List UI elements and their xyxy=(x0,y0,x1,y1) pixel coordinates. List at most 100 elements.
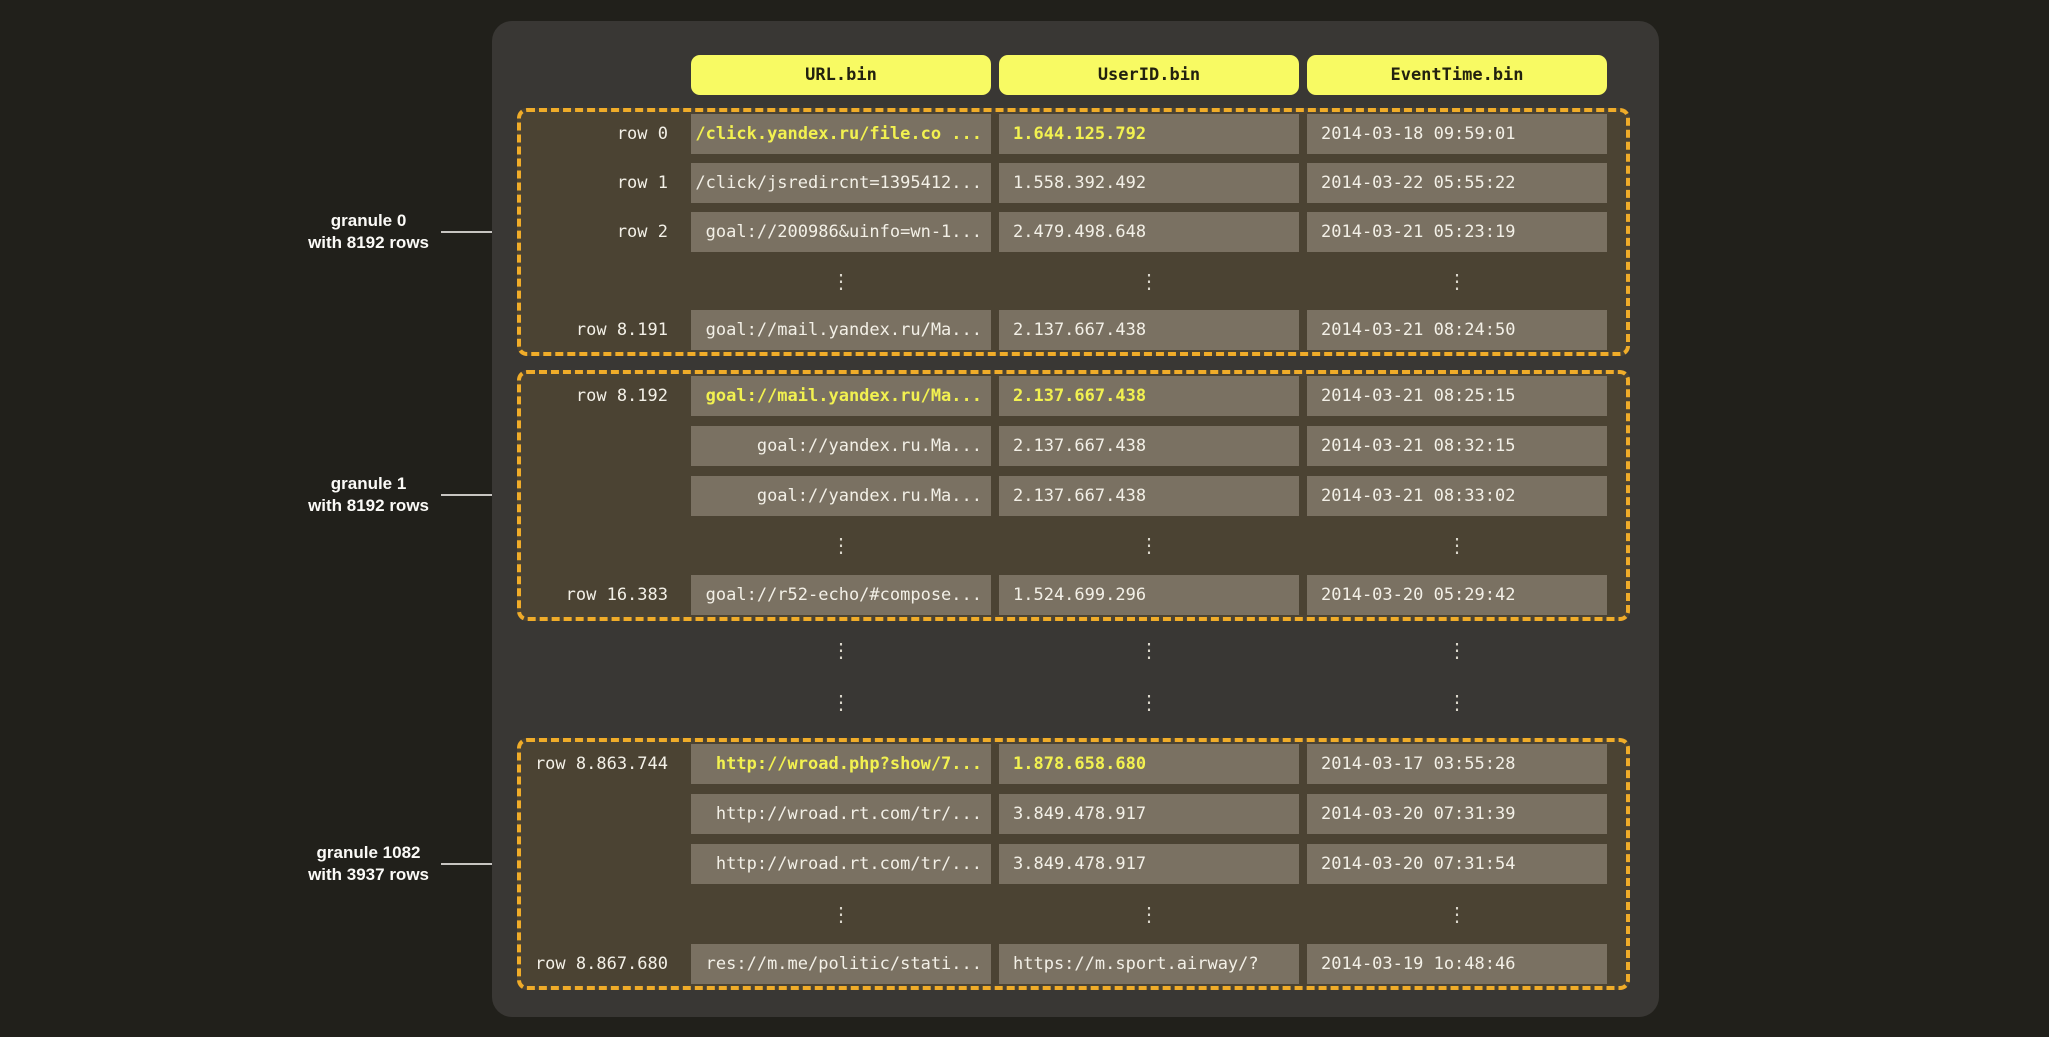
url-cell: goal://r52-echo/#compose... xyxy=(691,575,991,615)
ellipsis-row: ⋮ ⋮ ⋮ xyxy=(521,525,1626,565)
ellipsis-row: ⋮ ⋮ ⋮ xyxy=(521,894,1626,934)
annotation-line-1: granule 0 xyxy=(308,210,429,232)
userid-cell: 2.137.667.438 xyxy=(999,310,1299,350)
row-label: row 16.383 xyxy=(521,575,683,615)
userid-cell: 1.558.392.492 xyxy=(999,163,1299,203)
row-label xyxy=(521,844,683,884)
vertical-ellipsis-icon: ⋮ xyxy=(1307,525,1607,565)
column-header-url-bin: URL.bin xyxy=(691,55,991,95)
userid-cell: 2.137.667.438 xyxy=(999,476,1299,516)
annotation-line-1: granule 1082 xyxy=(308,842,429,864)
table-row: goal://yandex.ru.Ma... 2.137.667.438 201… xyxy=(521,426,1626,466)
table-row: row 2 goal://200986&uinfo=wn-1... 2.479.… xyxy=(521,212,1626,252)
userid-cell: 2.137.667.438 xyxy=(999,376,1299,416)
row-label xyxy=(521,525,683,565)
eventtime-cell: 2014-03-21 05:23:19 xyxy=(1307,212,1607,252)
table-panel: URL.bin UserID.bin EventTime.bin row 0 /… xyxy=(492,21,1659,1017)
userid-cell: 3.849.478.917 xyxy=(999,844,1299,884)
vertical-ellipsis-icon: ⋮ xyxy=(1307,630,1607,670)
url-cell: goal://mail.yandex.ru/Ma... xyxy=(691,310,991,350)
eventtime-cell: 2014-03-21 08:24:50 xyxy=(1307,310,1607,350)
eventtime-cell: 2014-03-18 09:59:01 xyxy=(1307,114,1607,154)
annotation-line-1: granule 1 xyxy=(308,473,429,495)
table-row: row 8.867.680 res://m.me/politic/stati..… xyxy=(521,944,1626,984)
row-label xyxy=(521,476,683,516)
userid-cell: 1.878.658.680 xyxy=(999,744,1299,784)
row-label xyxy=(521,794,683,834)
row-label: row 0 xyxy=(521,114,683,154)
table-row: row 16.383 goal://r52-echo/#compose... 1… xyxy=(521,575,1626,615)
granule-1-annotation: granule 1 with 8192 rows xyxy=(308,473,508,517)
vertical-ellipsis-icon: ⋮ xyxy=(999,261,1299,301)
vertical-ellipsis-icon: ⋮ xyxy=(691,525,991,565)
annotation-line-2: with 3937 rows xyxy=(308,864,429,886)
url-cell: res://m.me/politic/stati... xyxy=(691,944,991,984)
vertical-ellipsis-icon: ⋮ xyxy=(999,525,1299,565)
table-row: row 8.863.744 http://wroad.php?show/7...… xyxy=(521,744,1626,784)
url-cell: goal://yandex.ru.Ma... xyxy=(691,426,991,466)
userid-cell: 1.644.125.792 xyxy=(999,114,1299,154)
ellipsis-row: ⋮ ⋮ ⋮ xyxy=(521,261,1626,301)
granule-box-0: row 0 /click.yandex.ru/file.co ... 1.644… xyxy=(517,108,1630,356)
eventtime-cell: 2014-03-21 08:32:15 xyxy=(1307,426,1607,466)
row-label: row 2 xyxy=(521,212,683,252)
row-label xyxy=(521,261,683,301)
eventtime-cell: 2014-03-21 08:33:02 xyxy=(1307,476,1607,516)
row-label: row 8.863.744 xyxy=(521,744,683,784)
vertical-ellipsis-icon: ⋮ xyxy=(1307,682,1607,722)
vertical-ellipsis-icon: ⋮ xyxy=(691,261,991,301)
table-row: goal://yandex.ru.Ma... 2.137.667.438 201… xyxy=(521,476,1626,516)
row-label: row 8.191 xyxy=(521,310,683,350)
url-cell: http://wroad.rt.com/tr/... xyxy=(691,844,991,884)
arrow-shaft xyxy=(441,494,499,496)
eventtime-cell: 2014-03-21 08:25:15 xyxy=(1307,376,1607,416)
eventtime-cell: 2014-03-22 05:55:22 xyxy=(1307,163,1607,203)
vertical-ellipsis-icon: ⋮ xyxy=(999,894,1299,934)
granule-1082-annotation: granule 1082 with 3937 rows xyxy=(308,842,508,886)
table-row: row 8.191 goal://mail.yandex.ru/Ma... 2.… xyxy=(521,310,1626,350)
eventtime-cell: 2014-03-17 03:55:28 xyxy=(1307,744,1607,784)
mid-ellipsis-row: ⋮ ⋮ ⋮ xyxy=(521,630,1607,670)
arrow-shaft xyxy=(441,231,499,233)
granule-0-annotation: granule 0 with 8192 rows xyxy=(308,210,508,254)
eventtime-cell: 2014-03-20 07:31:39 xyxy=(1307,794,1607,834)
url-cell: goal://200986&uinfo=wn-1... xyxy=(691,212,991,252)
vertical-ellipsis-icon: ⋮ xyxy=(999,630,1299,670)
page: { "glyphs": { "v_ellipsis": "⋮" }, "colo… xyxy=(0,0,2049,1037)
userid-cell: 2.137.667.438 xyxy=(999,426,1299,466)
url-cell: goal://mail.yandex.ru/Ma... xyxy=(691,376,991,416)
column-header-userid-bin: UserID.bin xyxy=(999,55,1299,95)
row-label: row 8.867.680 xyxy=(521,944,683,984)
mid-ellipsis-row: ⋮ ⋮ ⋮ xyxy=(521,682,1607,722)
userid-cell: 3.849.478.917 xyxy=(999,794,1299,834)
table-row: row 0 /click.yandex.ru/file.co ... 1.644… xyxy=(521,114,1626,154)
url-cell: http://wroad.rt.com/tr/... xyxy=(691,794,991,834)
url-cell: /click/jsredircnt=1395412... xyxy=(691,163,991,203)
eventtime-cell: 2014-03-19 1o:48:46 xyxy=(1307,944,1607,984)
vertical-ellipsis-icon: ⋮ xyxy=(1307,894,1607,934)
granule-1-annotation-text: granule 1 with 8192 rows xyxy=(308,473,429,517)
vertical-ellipsis-icon: ⋮ xyxy=(691,630,991,670)
annotation-line-2: with 8192 rows xyxy=(308,495,429,517)
url-cell: /click.yandex.ru/file.co ... xyxy=(691,114,991,154)
table-row: http://wroad.rt.com/tr/... 3.849.478.917… xyxy=(521,794,1626,834)
table-row: row 8.192 goal://mail.yandex.ru/Ma... 2.… xyxy=(521,376,1626,416)
granule-0-annotation-text: granule 0 with 8192 rows xyxy=(308,210,429,254)
column-header-eventtime-bin: EventTime.bin xyxy=(1307,55,1607,95)
vertical-ellipsis-icon: ⋮ xyxy=(691,894,991,934)
vertical-ellipsis-icon: ⋮ xyxy=(999,682,1299,722)
row-label: row 8.192 xyxy=(521,376,683,416)
granule-1082-annotation-text: granule 1082 with 3937 rows xyxy=(308,842,429,886)
eventtime-cell: 2014-03-20 05:29:42 xyxy=(1307,575,1607,615)
url-cell: http://wroad.php?show/7... xyxy=(691,744,991,784)
vertical-ellipsis-icon: ⋮ xyxy=(1307,261,1607,301)
row-label xyxy=(521,630,683,670)
row-label xyxy=(521,894,683,934)
arrow-shaft xyxy=(441,863,499,865)
row-label: row 1 xyxy=(521,163,683,203)
granule-box-1: row 8.192 goal://mail.yandex.ru/Ma... 2.… xyxy=(517,370,1630,621)
row-label xyxy=(521,682,683,722)
userid-cell: 1.524.699.296 xyxy=(999,575,1299,615)
userid-cell: https://m.sport.airway/? xyxy=(999,944,1299,984)
table-row: row 1 /click/jsredircnt=1395412... 1.558… xyxy=(521,163,1626,203)
